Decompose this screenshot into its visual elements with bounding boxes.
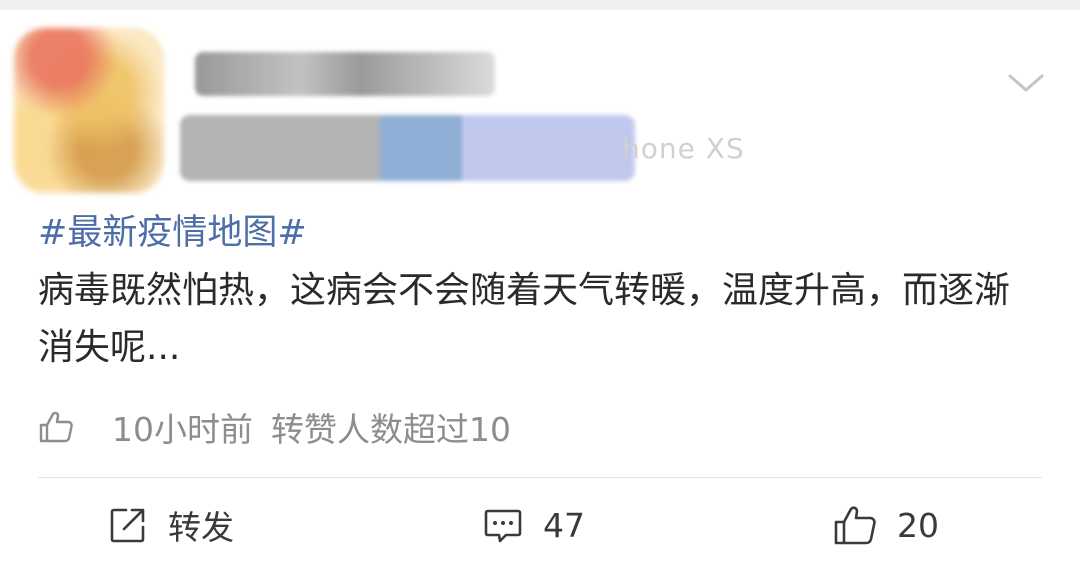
comment-count: 47 bbox=[543, 505, 585, 545]
thumbs-up-icon bbox=[38, 410, 74, 444]
post-content: 病毒既然怕热，这病会不会随着天气转暖，温度升高，而逐渐消失呢... bbox=[38, 270, 1011, 368]
hashtag-link[interactable]: #最新疫情地图# bbox=[38, 204, 307, 255]
device-source: hone XS bbox=[622, 132, 745, 165]
repost-button[interactable]: 转发 bbox=[108, 500, 234, 550]
share-icon bbox=[110, 508, 145, 543]
chevron-down-icon[interactable] bbox=[1006, 68, 1046, 100]
thumbs-up-icon bbox=[834, 506, 876, 545]
like-button[interactable]: 20 bbox=[833, 500, 939, 550]
avatar[interactable] bbox=[14, 28, 164, 193]
post-info-row: 10小时前 转赞人数超过10 bbox=[38, 404, 511, 450]
repost-label: 转发 bbox=[168, 508, 234, 547]
top-strip bbox=[0, 0, 1080, 10]
post-time: 10小时前 bbox=[112, 410, 253, 449]
username-obscured[interactable] bbox=[195, 52, 495, 96]
like-count: 20 bbox=[897, 505, 939, 545]
post-header: hone XS bbox=[0, 10, 1080, 195]
post-meta-obscured bbox=[180, 115, 635, 181]
repost-like-info: 转赞人数超过10 bbox=[271, 410, 511, 449]
comment-button[interactable]: 47 bbox=[483, 500, 585, 550]
comment-icon bbox=[484, 509, 522, 543]
divider bbox=[38, 477, 1042, 478]
